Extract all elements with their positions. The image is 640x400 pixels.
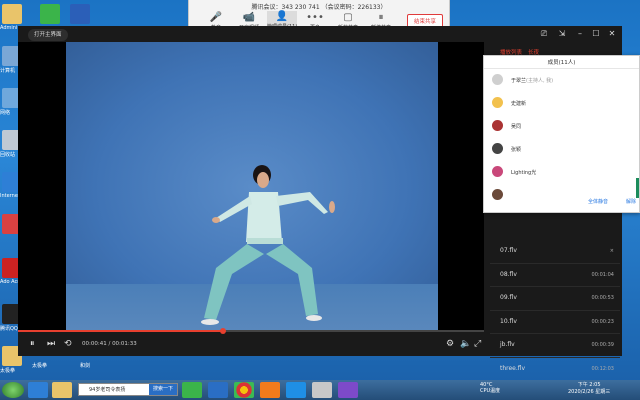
- time-current: 00:00:41: [82, 341, 107, 347]
- screen-icon[interactable]: ⎚: [538, 28, 550, 40]
- admin-folder-icon[interactable]: [2, 4, 22, 24]
- new-share-icon: ▢: [343, 12, 353, 23]
- avatar: [492, 120, 503, 131]
- playlist-item[interactable]: 08.flv 00:01:04: [490, 264, 620, 287]
- clock-time: 下午 2:05: [577, 382, 601, 388]
- volume-icon[interactable]: 🔈: [460, 338, 471, 350]
- explorer-taskbar-icon[interactable]: [52, 382, 72, 398]
- taskbar-search-text: 94岁老司令表扬: [89, 387, 126, 393]
- videoplayer-shortcut-icon[interactable]: [40, 4, 60, 24]
- desktop-icon-label: 太极拳: [0, 368, 16, 374]
- playlist: 07.flv × 08.flv 00:01:04 09.flv 00:00:53 10.fl…: [490, 240, 620, 381]
- member-name: 张颖: [511, 146, 521, 153]
- progress-bar[interactable]: [18, 328, 484, 334]
- playlist-item[interactable]: three.flv 00:12:03: [490, 358, 620, 381]
- playlist-item-name: jb.flv: [500, 341, 515, 348]
- member-name: 吴同: [511, 123, 521, 130]
- taskbar-search[interactable]: 94岁老司令表扬 搜索一下: [78, 383, 178, 396]
- members-icon: 👤: [275, 11, 289, 22]
- player-controls: ⏸ ⏭ ⟲ 00:00:41 / 00:01:33 ⚙ 🔈 ⤢: [18, 334, 484, 356]
- mute-icon: 🎤: [209, 12, 223, 23]
- cpu-temp-label: CPU温度: [480, 388, 501, 394]
- playlist-item-name: three.flv: [500, 364, 526, 372]
- playlist-item-duration: 00:00:23: [591, 318, 614, 325]
- progress-fill: [18, 330, 224, 332]
- tool-taskbar-icon[interactable]: [338, 382, 358, 398]
- desktop-label: 和剑: [80, 363, 91, 369]
- playlist-item-duration: 00:12:03: [591, 365, 614, 372]
- avatar: [492, 97, 503, 108]
- word-shortcut-icon[interactable]: [70, 4, 90, 24]
- tencent-meeting-taskbar-icon[interactable]: [286, 382, 306, 398]
- playlist-item-name: 07.flv: [500, 247, 517, 254]
- playlist-item[interactable]: 07.flv ×: [490, 240, 620, 264]
- minimize-icon[interactable]: –: [574, 28, 586, 40]
- member-name-text: Lighting光: [511, 170, 537, 176]
- member-name-text: 史建新: [511, 101, 527, 107]
- files-taskbar-icon[interactable]: [312, 382, 332, 398]
- chrome-taskbar-icon[interactable]: [234, 382, 254, 398]
- members-divider: [484, 68, 639, 69]
- media-taskbar-icon[interactable]: [208, 382, 228, 398]
- unmute-all-button[interactable]: 解除: [626, 198, 636, 205]
- pause-icon[interactable]: ⏸: [30, 338, 35, 350]
- playlist-item-duration: 00:00:53: [591, 295, 614, 301]
- more-icon: •••: [306, 12, 324, 23]
- next-icon[interactable]: ⏭: [47, 338, 55, 350]
- player-taskbar-icon[interactable]: [182, 382, 202, 398]
- playlist-item[interactable]: 09.flv 00:00:53: [490, 287, 620, 311]
- video-area[interactable]: [18, 42, 484, 332]
- app-taskbar-icon[interactable]: [260, 382, 280, 398]
- avatar: [492, 143, 503, 154]
- member-role: (主持人, 我): [526, 78, 554, 84]
- member-name: 于翠兰(主持人, 我): [511, 77, 553, 84]
- meeting-info: 腾讯会议：343 230 741 （会议密码：226133）: [251, 4, 387, 11]
- video-icon: 📹: [242, 12, 256, 23]
- members-scrollbar[interactable]: [636, 178, 639, 198]
- cpu-temp: 40°C CPU温度: [480, 382, 500, 394]
- playlist-item-duration: ×: [609, 248, 614, 254]
- time-total: 00:01:33: [112, 341, 137, 347]
- member-name: 史建新: [511, 100, 526, 107]
- member-name-text: 于翠兰: [511, 78, 527, 84]
- avatar: [492, 166, 503, 177]
- time-display: 00:00:41 / 00:01:33: [82, 341, 137, 347]
- taichi-performer-figure: [201, 165, 335, 325]
- taskbar: 94岁老司令表扬 搜索一下 40°C CPU温度 下午 2:05 2020/2/…: [0, 380, 640, 400]
- members-panel: 成员(11人) 于翠兰(主持人, 我) 史建新吴同张颖 Lighting光 全体静音…: [483, 55, 640, 213]
- playlist-item[interactable]: jb.flv 00:00:39: [490, 334, 620, 358]
- open-home-button[interactable]: 打开主界面: [28, 29, 68, 41]
- avatar: [492, 74, 503, 85]
- video-frame[interactable]: [66, 42, 438, 332]
- ie-taskbar-icon[interactable]: [28, 382, 48, 398]
- playlist-item-duration: 00:00:39: [591, 342, 614, 348]
- playlist-item-name: 10.flv: [500, 317, 517, 325]
- start-button[interactable]: [2, 382, 24, 398]
- member-name: Lighting光: [511, 169, 536, 176]
- playlist-item-duration: 00:01:04: [591, 271, 614, 278]
- taskbar-search-button[interactable]: 搜索一下: [149, 384, 177, 395]
- avatar: [492, 189, 503, 200]
- pin-icon[interactable]: ⇲: [556, 28, 568, 40]
- playlist-item[interactable]: 10.flv 00:00:23: [490, 311, 620, 334]
- clock[interactable]: 下午 2:05 2020/2/26 星期三: [568, 382, 610, 396]
- member-name-text: 吴同: [511, 124, 522, 130]
- playlist-item-name: 09.flv: [500, 294, 517, 301]
- pause-share-icon: ⏸: [378, 12, 384, 23]
- settings-icon[interactable]: ⚙: [446, 338, 454, 350]
- members-title: 成员(11人): [547, 60, 576, 66]
- loop-icon[interactable]: ⟲: [64, 338, 72, 350]
- mute-all-button[interactable]: 全体静音: [588, 198, 608, 205]
- close-icon[interactable]: ✕: [606, 28, 618, 40]
- member-name-text: 张颖: [511, 147, 522, 153]
- playlist-item-name: 08.flv: [500, 270, 517, 278]
- desktop-label: 太极拳: [32, 363, 48, 369]
- fullscreen-icon[interactable]: ⤢: [474, 338, 481, 350]
- clock-date: 2020/2/26 星期三: [568, 389, 611, 395]
- maximize-icon[interactable]: ☐: [590, 28, 602, 40]
